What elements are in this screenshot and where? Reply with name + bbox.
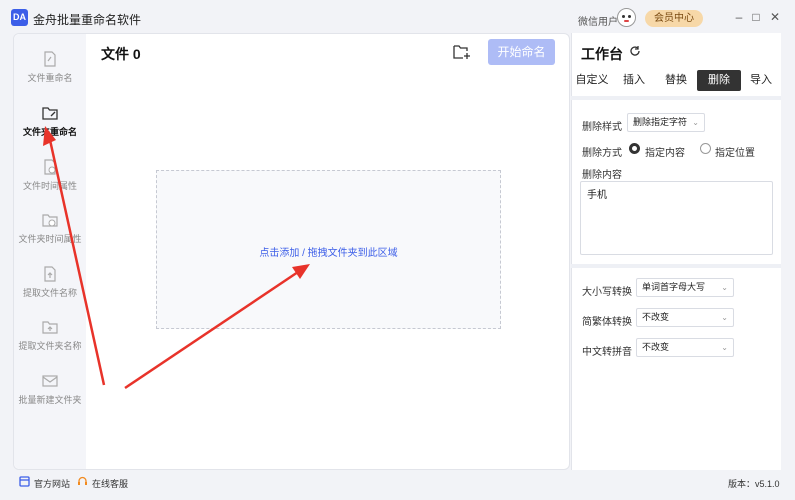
close-button[interactable]: ✕ [769, 11, 781, 23]
sidebar-item-label: 文件时间属性 [22, 181, 77, 191]
pinyin-value: 不改变 [642, 342, 670, 352]
tab-insert[interactable]: 插入 [612, 70, 656, 91]
drop-zone-text: 点击添加 / 拖拽文件夹到此区域 [157, 244, 500, 259]
case-convert-label: 大小写转换 [582, 287, 632, 298]
delete-style-value: 删除指定字符 [633, 117, 688, 127]
headset-icon [78, 476, 87, 485]
sidebar-item-batch-new-folder[interactable]: 批量新建文件夹 [14, 373, 86, 417]
delete-content-label: 删除内容 [582, 170, 622, 181]
app-title: 金舟批量重命名软件 [33, 13, 142, 27]
sidebar-item-label: 文件夹重命名 [22, 127, 77, 137]
sidebar-item-folder-time[interactable]: 文件夹时间属性 [14, 212, 86, 256]
maximize-button[interactable]: □ [750, 11, 762, 23]
user-name[interactable]: 微信用户 [578, 13, 618, 28]
radio-content-label: 指定内容 [645, 148, 685, 159]
delete-content-input[interactable]: 手机 [580, 181, 773, 255]
file-clock-icon [44, 159, 56, 175]
member-center-button[interactable]: 会员中心 [645, 10, 703, 27]
file-upload-icon [44, 266, 56, 282]
file-icon [44, 51, 56, 67]
member-center-label: 会员中心 [654, 13, 694, 24]
folder-clock-icon [42, 214, 58, 227]
trad-simp-value: 不改变 [642, 312, 670, 322]
sidebar-item-label: 文件重命名 [27, 73, 73, 83]
click-add-link[interactable]: 点击添加 [259, 248, 299, 259]
sidebar-item-label: 文件夹时间属性 [18, 234, 82, 244]
folder-new-icon [42, 375, 58, 387]
case-convert-value: 单词首字母大写 [642, 282, 706, 292]
workspace-title: 工作台 [581, 46, 623, 62]
start-rename-button[interactable]: 开始命名 [488, 39, 555, 65]
sidebar-item-extract-file-name[interactable]: 提取文件名称 [14, 266, 86, 310]
support-link[interactable]: 在线客服 [92, 477, 128, 490]
tab-replace[interactable]: 替换 [654, 70, 698, 91]
sidebar-item-extract-folder-name[interactable]: 提取文件夹名称 [14, 319, 86, 363]
website-link[interactable]: 官方网站 [34, 477, 70, 490]
trad-simp-select[interactable]: 不改变 ⌄ [636, 308, 734, 327]
website-icon [19, 476, 30, 487]
refresh-icon[interactable] [629, 45, 641, 57]
sidebar-item-label: 批量新建文件夹 [18, 395, 82, 405]
sidebar-item-folder-rename[interactable]: 文件夹重命名 [14, 105, 86, 149]
sidebar-item-label: 提取文件名称 [22, 288, 77, 298]
case-convert-select[interactable]: 单词首字母大写 ⌄ [636, 278, 734, 297]
radio-content[interactable] [629, 143, 640, 154]
chevron-down-icon: ⌄ [692, 118, 699, 127]
trad-simp-label: 简繁体转换 [582, 317, 632, 328]
minimize-button[interactable]: – [733, 11, 745, 23]
radio-position-label: 指定位置 [715, 148, 755, 159]
folder-edit-icon [42, 107, 58, 120]
app-logo: DA [11, 9, 28, 26]
sidebar-item-file-time[interactable]: 文件时间属性 [14, 159, 86, 203]
sidebar-item-label: 提取文件夹名称 [18, 341, 82, 351]
chevron-down-icon: ⌄ [721, 283, 728, 292]
chevron-down-icon: ⌄ [721, 343, 728, 352]
tab-import[interactable]: 导入 [739, 70, 783, 91]
pinyin-label: 中文转拼音 [582, 347, 632, 358]
version-label: 版本：v5.1.0 [728, 479, 780, 489]
chevron-down-icon: ⌄ [721, 313, 728, 322]
tab-divider [571, 96, 781, 100]
drag-hint: 拖拽文件夹到此区域 [307, 248, 398, 259]
drop-separator: / [299, 248, 308, 259]
tab-custom[interactable]: 自定义 [570, 70, 614, 91]
delete-mode-label: 删除方式 [582, 148, 622, 159]
file-count-title: 文件 0 [101, 46, 141, 62]
section-divider [571, 264, 781, 268]
delete-style-select[interactable]: 删除指定字符 ⌄ [627, 113, 705, 132]
add-folder-icon[interactable] [453, 44, 471, 60]
pinyin-select[interactable]: 不改变 ⌄ [636, 338, 734, 357]
delete-style-label: 删除样式 [582, 122, 622, 133]
tab-delete[interactable]: 删除 [697, 70, 741, 91]
folder-upload-icon [42, 321, 58, 334]
radio-position[interactable] [700, 143, 711, 154]
avatar[interactable] [617, 8, 636, 27]
drop-zone[interactable]: 点击添加 / 拖拽文件夹到此区域 [156, 170, 501, 329]
sidebar: 文件重命名 文件夹重命名 文件时间属性 文件夹时间属性 提取文件名称 提取文件夹… [14, 34, 86, 469]
sidebar-item-file-rename[interactable]: 文件重命名 [14, 51, 86, 95]
